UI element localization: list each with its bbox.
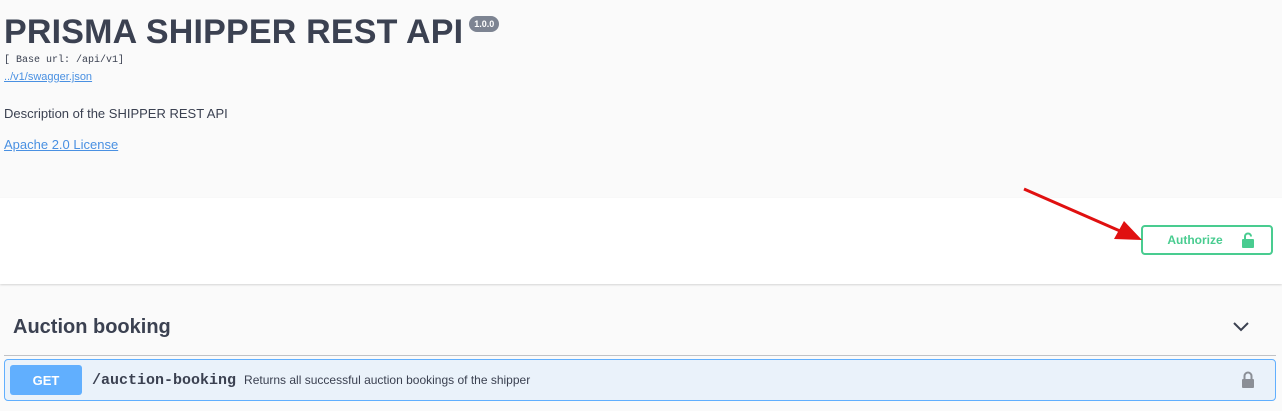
operation-get-auction-booking[interactable]: GET /auction-booking Returns all success… [4, 359, 1276, 401]
operation-summary: Returns all successful auction bookings … [244, 373, 531, 387]
authorize-button[interactable]: Authorize [1141, 225, 1273, 255]
license-link[interactable]: Apache 2.0 License [4, 137, 118, 152]
unlock-icon [1241, 232, 1254, 248]
lock-icon[interactable] [1241, 371, 1255, 389]
tag-title: Auction booking [13, 315, 171, 338]
chevron-down-icon[interactable] [1232, 321, 1250, 333]
tag-auction-booking[interactable]: Auction booking [4, 303, 1276, 356]
info-section: PRISMA SHIPPER REST API 1.0.0 [ Base url… [0, 0, 1282, 198]
swagger-json-link[interactable]: ../v1/swagger.json [4, 71, 92, 83]
operation-path: /auction-booking [92, 371, 237, 389]
method-badge: GET [10, 365, 82, 395]
annotation-arrow [1023, 187, 1142, 240]
version-badge: 1.0.0 [469, 16, 500, 32]
base-url: [ Base url: /api/v1] [4, 55, 125, 66]
title-row: PRISMA SHIPPER REST API 1.0.0 [4, 12, 500, 52]
api-description: Description of the SHIPPER REST API [4, 106, 228, 121]
page-title: PRISMA SHIPPER REST API [4, 13, 464, 51]
authorize-button-label: Authorize [1167, 233, 1223, 247]
